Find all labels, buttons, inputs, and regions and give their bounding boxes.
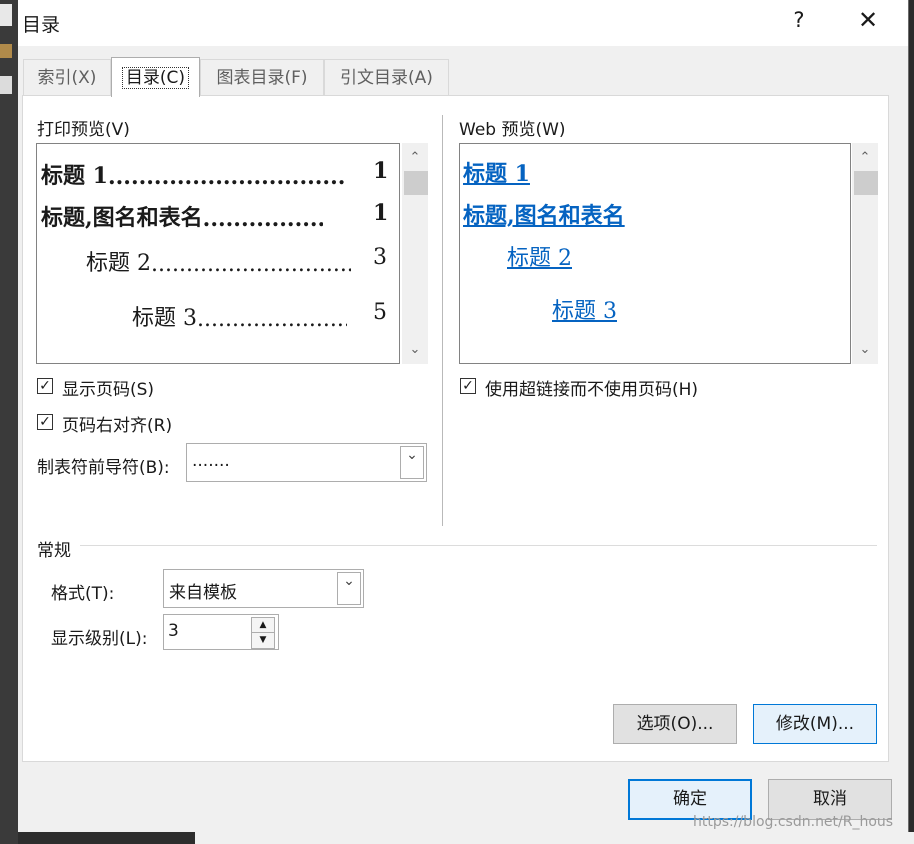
right-align-checkbox[interactable]: ✓ [37, 414, 53, 430]
tab-leader-value: ....... [192, 451, 230, 471]
chevron-down-icon[interactable]: ⌄ [337, 572, 361, 605]
print-line-2: 标题,图名和表名................................… [41, 200, 389, 232]
dialog-title: 目录 [22, 14, 61, 36]
web-preview-box: 标题 1 标题,图名和表名 标题 2 标题 3 [459, 143, 851, 364]
tab-table-of-authorities[interactable]: 引文目录(A) [324, 59, 449, 95]
print-line-4: 标题 3....................................… [132, 300, 387, 332]
web-link-2: 标题,图名和表名 [463, 203, 625, 229]
chevron-down-icon[interactable]: ⌄ [402, 339, 428, 361]
web-link-1: 标题 1 [463, 161, 530, 187]
tab-label: 图表目录(F) [216, 68, 308, 88]
format-value: 来自模板 [169, 583, 237, 603]
general-divider [80, 545, 877, 546]
title-bar: 目录 ? ✕ [0, 0, 908, 46]
general-heading: 常规 [37, 541, 71, 561]
toc-dialog: 目录 ? ✕ 索引(X) 目录(C) 图表目录(F) 引文目录(A) 打印预览(… [0, 0, 909, 832]
format-dropdown[interactable]: 来自模板 ⌄ [163, 569, 364, 608]
chevron-up-icon[interactable]: ⌃ [852, 147, 878, 169]
background-app-edge [0, 0, 18, 844]
scroll-thumb[interactable] [404, 171, 428, 195]
close-icon[interactable]: ✕ [852, 6, 884, 34]
options-button[interactable]: 选项(O)... [613, 704, 737, 744]
format-label: 格式(T): [51, 584, 115, 604]
tab-label: 引文目录(A) [340, 68, 433, 88]
scroll-thumb[interactable] [854, 171, 878, 195]
web-preview-label: Web 预览(W) [459, 120, 566, 140]
tab-label: 目录(C) [121, 67, 190, 89]
tab-toc[interactable]: 目录(C) [111, 57, 200, 97]
watermark: https://blog.csdn.net/R_hous [693, 814, 894, 830]
tab-index[interactable]: 索引(X) [23, 59, 111, 95]
web-link-3: 标题 2 [507, 246, 572, 271]
modify-button[interactable]: 修改(M)... [753, 704, 877, 744]
levels-value: 3 [168, 621, 179, 641]
use-hyperlinks-checkbox[interactable]: ✓ [460, 378, 476, 394]
print-line-3: 标题 2....................................… [86, 245, 387, 277]
show-page-numbers-checkbox[interactable]: ✓ [37, 378, 53, 394]
levels-label: 显示级别(L): [51, 629, 148, 649]
print-line-1: 标题 1....................................… [41, 158, 389, 190]
web-preview-scrollbar[interactable]: ⌃ ⌄ [852, 143, 878, 364]
help-icon[interactable]: ? [787, 8, 811, 32]
show-page-numbers-label: 显示页码(S) [62, 380, 155, 400]
web-link-4: 标题 3 [552, 299, 617, 324]
print-preview-scrollbar[interactable]: ⌃ ⌄ [402, 143, 428, 364]
right-align-label: 页码右对齐(R) [62, 416, 173, 436]
chevron-down-icon[interactable]: ⌄ [852, 339, 878, 361]
tab-label: 索引(X) [37, 68, 97, 88]
tab-table-of-figures[interactable]: 图表目录(F) [200, 59, 324, 95]
chevron-down-icon[interactable]: ⌄ [400, 446, 424, 479]
divider [442, 115, 443, 526]
chevron-up-icon[interactable]: ⌃ [402, 147, 428, 169]
tab-leader-dropdown[interactable]: ....... ⌄ [186, 443, 427, 482]
tab-leader-label: 制表符前导符(B): [37, 458, 170, 478]
taskbar-strip [0, 832, 914, 844]
levels-stepper[interactable]: 3 ▲ ▼ [163, 614, 279, 650]
print-preview-box: 标题 1....................................… [36, 143, 400, 364]
spin-down-icon[interactable]: ▼ [251, 632, 275, 649]
use-hyperlinks-label: 使用超链接而不使用页码(H) [485, 380, 699, 400]
print-preview-label: 打印预览(V) [37, 120, 130, 140]
